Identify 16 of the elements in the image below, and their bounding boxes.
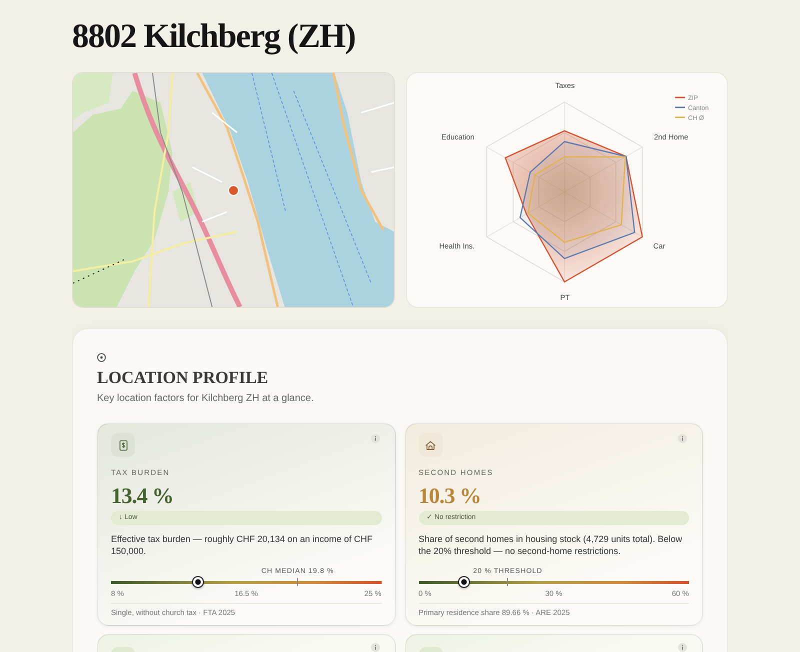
house-icon bbox=[418, 433, 442, 457]
page-title: 8802 Kilchberg (ZH) bbox=[72, 17, 356, 57]
dollar-document-icon bbox=[111, 433, 135, 457]
section-subtitle: Key location factors for Kilchberg ZH at a glance. bbox=[97, 392, 315, 406]
info-icon[interactable] bbox=[678, 643, 687, 652]
target-icon bbox=[97, 353, 106, 362]
metric-description: Effective tax burden — roughly CHF 20,134 on an income of CHF 150,000. bbox=[111, 533, 374, 557]
metric-value: 10.3 % bbox=[418, 483, 482, 508]
metric-value: 13.4 % bbox=[111, 483, 174, 508]
info-icon[interactable] bbox=[678, 434, 687, 443]
icon-tile bbox=[418, 647, 442, 652]
icon-tile bbox=[111, 647, 135, 652]
metric-description: Share of second homes in housing stock (4,729 units total). Below the 20% threshold — no second-home restrictions. bbox=[418, 533, 684, 557]
info-icon[interactable] bbox=[370, 643, 380, 652]
section-title: LOCATION PROFILE bbox=[97, 367, 270, 389]
info-icon[interactable] bbox=[370, 434, 380, 443]
